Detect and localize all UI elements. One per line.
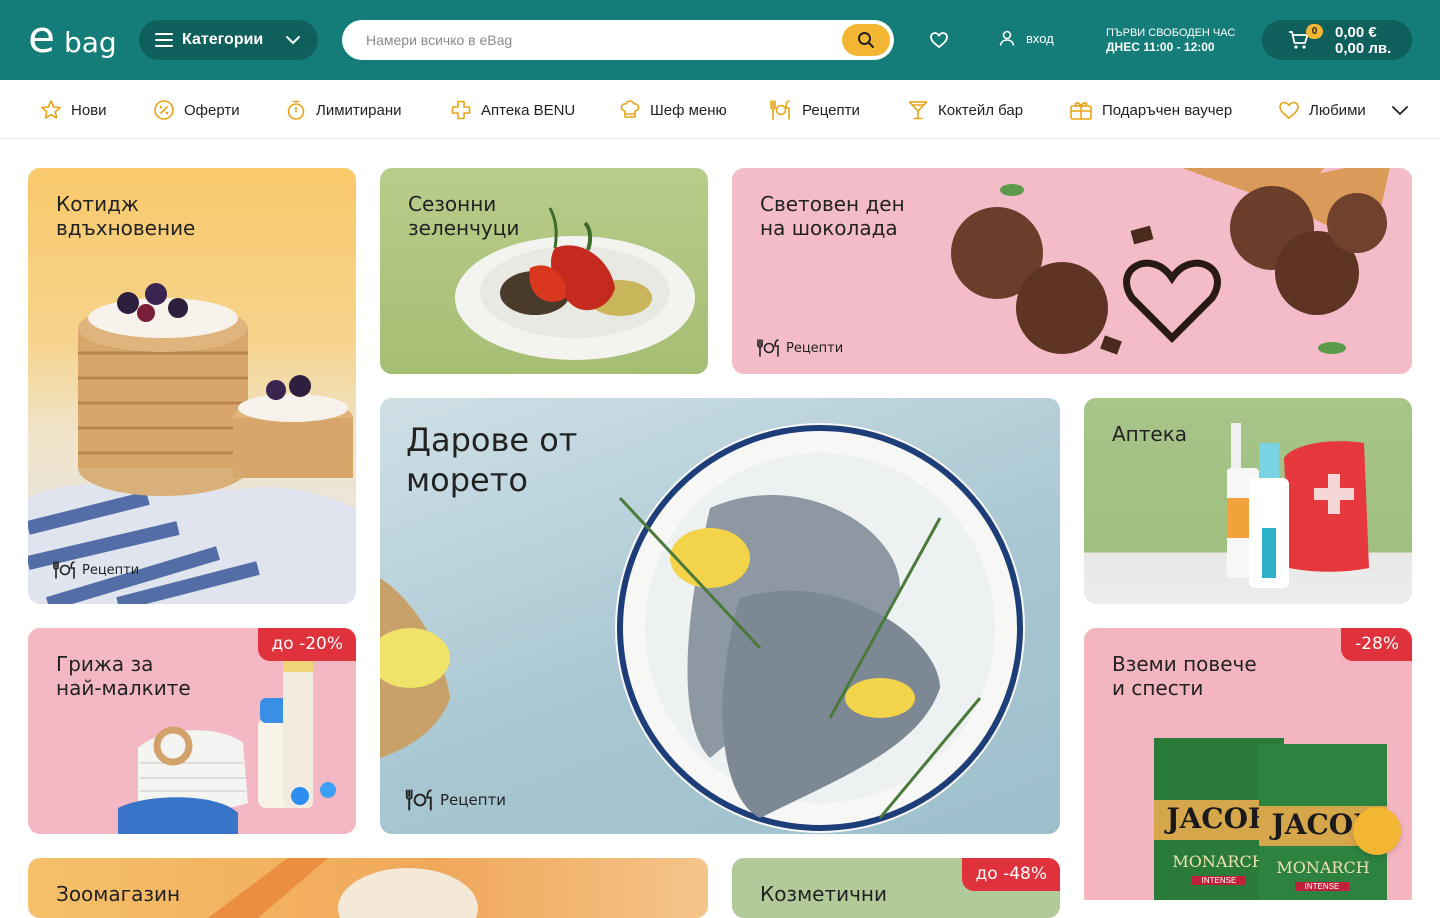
search-icon — [858, 32, 874, 48]
nav-item-chef-menu[interactable]: Шеф меню — [619, 99, 727, 121]
tile-title: Световен ден на шоколада — [760, 192, 905, 240]
chevron-down-icon[interactable] — [1391, 102, 1409, 118]
chef-hat-icon — [620, 100, 640, 118]
tile-title: Котидж вдъхновение — [56, 192, 196, 240]
chevron-down-icon — [286, 36, 300, 45]
user-icon — [999, 30, 1015, 46]
tile-title: Козметични — [760, 882, 888, 906]
logo-e: e — [28, 12, 56, 63]
recipes-tag-label: Рецепти — [82, 562, 140, 578]
promo-tile-baby-care[interactable]: Грижа за най-малките до -20% — [28, 628, 356, 834]
recipes-tag-label: Рецепти — [440, 791, 507, 809]
search-button[interactable] — [842, 24, 890, 56]
heart-icon — [1279, 101, 1299, 120]
nav-item-limited[interactable]: Лимитирани — [285, 99, 402, 121]
nav-item-new[interactable]: Нови — [40, 99, 107, 121]
nav-item-favorites[interactable]: Любими — [1278, 99, 1366, 121]
menu-icon — [155, 33, 173, 47]
recipes-icon — [53, 561, 75, 579]
promo-tile-pet-shop[interactable]: Зоомагазин — [28, 858, 708, 918]
coffee-line: MONARCH — [1276, 858, 1370, 877]
tile-title: Дарове от морето — [406, 421, 578, 499]
header: e bag Категории вход ПЪРВИ СВОБОДЕН ЧАС … — [0, 0, 1440, 80]
recipes-tag: Рецепти — [404, 788, 506, 812]
recipes-tag-label: Рецепти — [786, 340, 844, 356]
nav-label: Шеф меню — [650, 101, 727, 119]
gift-icon — [1070, 102, 1092, 120]
tile-title: Грижа за най-малките — [56, 652, 191, 700]
recipes-icon — [757, 339, 779, 357]
discount-badge: до -20% — [257, 628, 356, 661]
slot-caption: ПЪРВИ СВОБОДЕН ЧАС — [1106, 27, 1236, 39]
timer-icon — [287, 100, 305, 120]
nav-label: Аптека BENU — [481, 101, 576, 119]
promo-tile-seafood[interactable]: Дарове от морето Рецепти — [380, 398, 1060, 834]
recipes-tag: Рецепти — [756, 338, 843, 358]
recipes-icon — [770, 100, 790, 120]
nav-item-recipes[interactable]: Рецепти — [769, 99, 860, 121]
cart-total-eur: 0,00 € — [1335, 24, 1377, 41]
tile-title: Сезонни зеленчуци — [408, 192, 520, 240]
nav-label: Коктейл бар — [938, 101, 1024, 119]
categories-button[interactable]: Категории — [139, 20, 318, 60]
pharmacy-cross-icon — [451, 100, 471, 120]
coffee-variant: INTENSE — [1192, 876, 1246, 885]
login-link[interactable]: вход — [998, 29, 1054, 47]
nav-label: Рецепти — [802, 101, 860, 119]
nav-label: Нови — [71, 101, 107, 119]
nav-label: Оферти — [184, 101, 240, 119]
cart-count-badge: 0 — [1306, 24, 1323, 39]
delivery-slot[interactable]: ПЪРВИ СВОБОДЕН ЧАС ДНЕС 11:00 - 12:00 — [1106, 26, 1235, 54]
star-icon — [41, 100, 61, 119]
recipes-tag: Рецепти — [52, 560, 139, 580]
cocktail-icon — [908, 101, 928, 120]
discount-badge: -28% — [1341, 628, 1412, 661]
tile-title: Зоомагазин — [56, 882, 181, 906]
percent-icon — [154, 100, 174, 120]
discount-badge: до -48% — [961, 858, 1060, 891]
categories-label: Категории — [182, 31, 264, 48]
nav-label: Лимитирани — [316, 101, 402, 119]
tile-title: Вземи повече и спести — [1112, 652, 1257, 700]
coffee-variant: INTENSE — [1295, 882, 1349, 891]
floating-action-button[interactable] — [1353, 807, 1401, 855]
promo-tile-cottage[interactable]: Котидж вдъхновение Рецепти — [28, 168, 356, 604]
promo-tile-seasonal-vegetables[interactable]: Сезонни зеленчуци — [380, 168, 708, 374]
favorites-heart-icon[interactable] — [929, 30, 949, 50]
cart-total-bgn: 0,00 лв. — [1335, 40, 1392, 57]
nav-label: Любими — [1309, 101, 1366, 119]
recipes-icon — [405, 789, 432, 811]
search-bar — [342, 20, 894, 60]
ebag-logo[interactable]: e bag — [28, 12, 118, 63]
nav-item-gift-voucher[interactable]: Подаръчен ваучер — [1069, 99, 1232, 121]
cart-button[interactable]: 0 0,00 € 0,00 лв. — [1262, 20, 1412, 60]
search-input[interactable] — [366, 20, 836, 60]
login-label: вход — [1026, 30, 1054, 46]
nav-label: Подаръчен ваучер — [1102, 101, 1233, 119]
promo-tile-buy-more-save[interactable]: Вземи повече и спести -28% JACOB MONARCH… — [1084, 628, 1412, 900]
nav-item-cocktail-bar[interactable]: Коктейл бар — [907, 99, 1023, 121]
promo-tile-chocolate-day[interactable]: Световен ден на шоколада Рецепти — [732, 168, 1412, 374]
slot-time: ДНЕС 11:00 - 12:00 — [1106, 40, 1215, 54]
tile-title: Аптека — [1112, 422, 1188, 446]
promo-tile-pharmacy[interactable]: Аптека — [1084, 398, 1412, 604]
promo-tile-cosmetics[interactable]: Козметични до -48% — [732, 858, 1060, 918]
nav-item-pharmacy[interactable]: Аптека BENU — [450, 99, 575, 121]
nav-item-offers[interactable]: Оферти — [153, 99, 240, 121]
logo-bag: bag — [64, 26, 117, 59]
category-nav: Нови Оферти Лимитирани Аптека BENU Шеф м… — [0, 80, 1440, 139]
